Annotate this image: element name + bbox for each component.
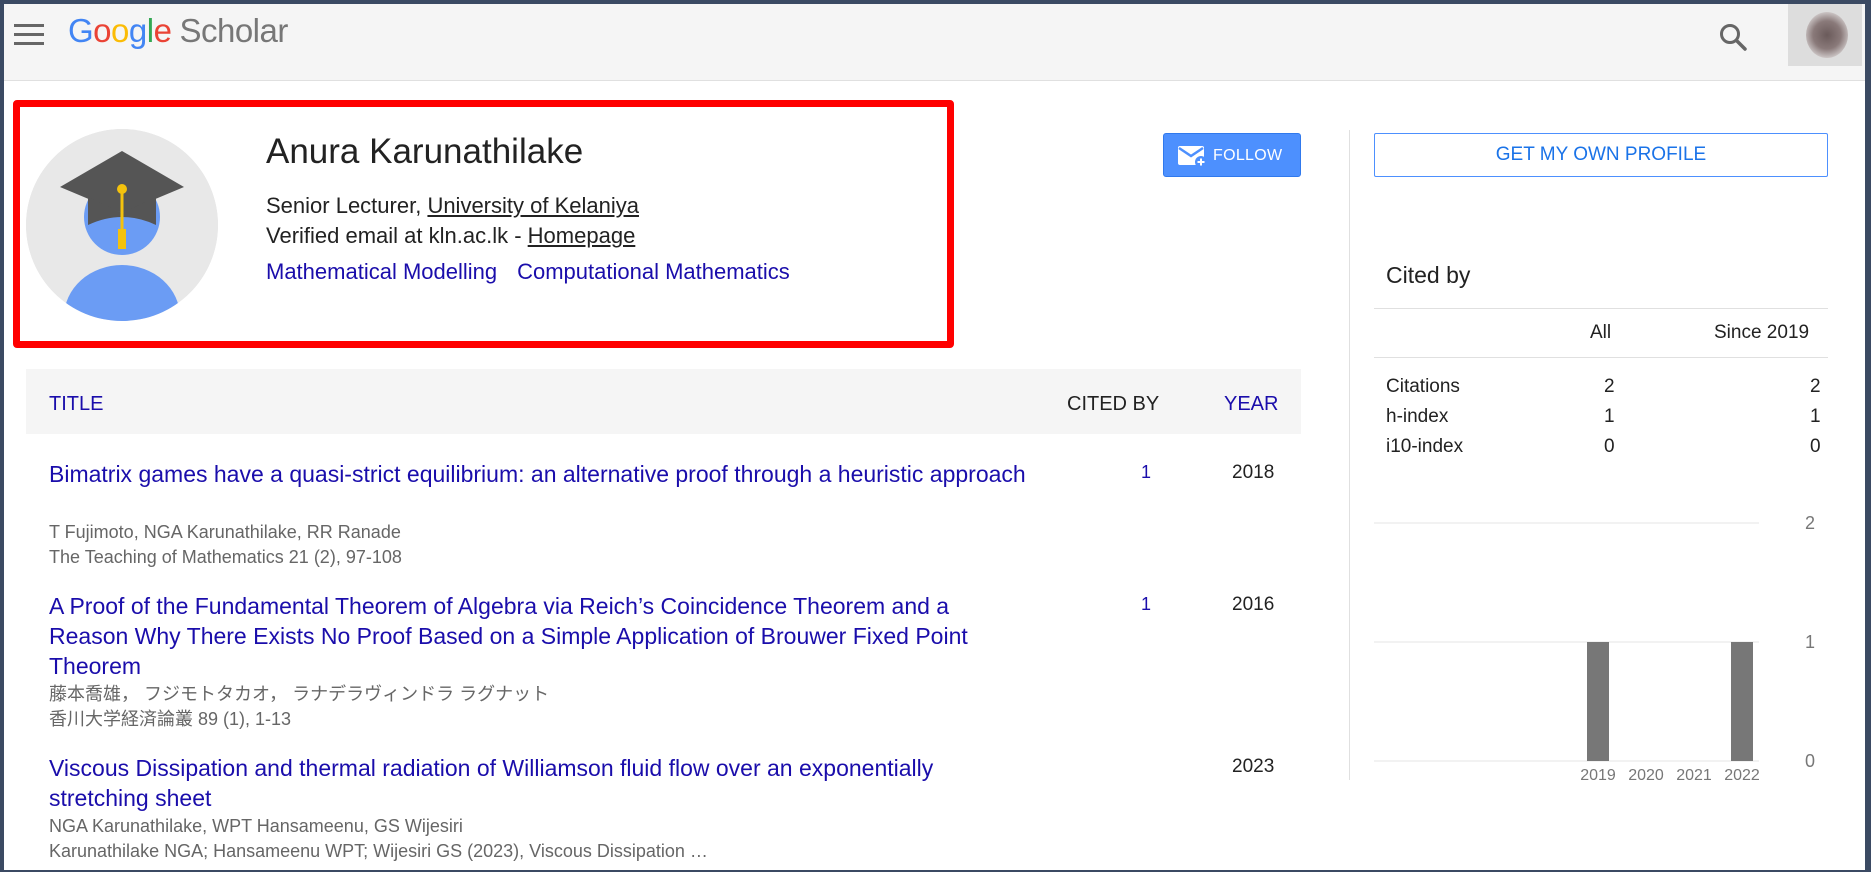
i10-index-label: i10-index: [1386, 436, 1464, 457]
account-avatar[interactable]: [1788, 4, 1862, 66]
i10-index-since: 0: [1810, 436, 1821, 457]
column-divider: [1349, 130, 1350, 780]
logo-letter: o: [111, 12, 129, 49]
logo-letter: o: [93, 12, 112, 49]
article-title-link[interactable]: A Proof of the Fundamental Theorem of Al…: [49, 591, 1029, 681]
chart-y-tick: 1: [1805, 632, 1815, 652]
app-window: Google Scholar Anura Karunathilake Senior…: [4, 4, 1865, 870]
search-icon[interactable]: [1716, 20, 1750, 54]
chart-bar-2019[interactable]: [1587, 642, 1609, 761]
highlight-box: [13, 100, 954, 348]
follow-label: FOLLOW: [1213, 147, 1283, 164]
article-venue: Karunathilake NGA; Hansameenu WPT; Wijes…: [49, 841, 708, 861]
get-my-own-profile-button[interactable]: GET MY OWN PROFILE: [1374, 133, 1828, 177]
h-index-since: 1: [1810, 406, 1821, 427]
article-venue: The Teaching of Mathematics 21 (2), 97-1…: [49, 547, 402, 567]
i10-index-all: 0: [1604, 436, 1615, 457]
h-index-label: h-index: [1386, 406, 1449, 427]
article-title-link[interactable]: Viscous Dissipation and thermal radiatio…: [49, 753, 1029, 813]
citations-since: 2: [1810, 376, 1821, 397]
article-year: 2018: [1232, 462, 1275, 483]
logo-letter: l: [146, 12, 154, 49]
article-title-link[interactable]: Bimatrix games have a quasi-strict equil…: [49, 459, 1029, 489]
citations-per-year-chart: 0 1 2 2019 2020 2021 2022: [1374, 513, 1815, 784]
articles-table-header: TITLE CITED BY YEAR: [26, 369, 1301, 434]
mail-add-icon: [1178, 146, 1207, 168]
citations-all: 2: [1604, 376, 1615, 397]
column-since-header: Since 2019: [1714, 322, 1810, 343]
logo-letter: e: [153, 12, 172, 49]
chart-x-tick: 2022: [1724, 767, 1760, 784]
cited-by-title: Cited by: [1386, 262, 1471, 288]
divider: [1374, 357, 1828, 358]
chart-x-tick: 2019: [1580, 767, 1616, 784]
divider: [1374, 308, 1828, 309]
cited-by-count-link[interactable]: 1: [1141, 594, 1151, 615]
h-index-all: 1: [1604, 406, 1615, 427]
chart-bar-2022[interactable]: [1731, 642, 1753, 761]
logo-scholar-text: Scholar: [179, 12, 288, 49]
sort-by-year[interactable]: YEAR: [1224, 393, 1278, 416]
article-year: 2023: [1232, 756, 1275, 777]
logo-letter: G: [68, 12, 94, 49]
logo-letter: g: [128, 12, 147, 49]
chart-x-tick: 2020: [1628, 767, 1664, 784]
cited-by-count-link[interactable]: 1: [1141, 462, 1151, 483]
article-authors: T Fujimoto, NGA Karunathilake, RR Ranade: [49, 522, 401, 542]
cited-by-header: CITED BY: [1067, 393, 1160, 415]
top-app-bar: Google Scholar: [4, 4, 1865, 81]
article-year: 2016: [1232, 594, 1275, 615]
google-scholar-logo[interactable]: Google Scholar: [68, 12, 288, 50]
article-authors: NGA Karunathilake, WPT Hansameenu, GS Wi…: [49, 816, 463, 836]
column-all-header: All: [1590, 322, 1612, 343]
chart-y-tick: 0: [1805, 751, 1815, 771]
chart-x-tick: 2021: [1676, 767, 1712, 784]
sort-by-title[interactable]: TITLE: [49, 393, 103, 416]
menu-icon[interactable]: [14, 24, 44, 46]
chart-y-tick: 2: [1805, 513, 1815, 533]
citations-label: Citations: [1386, 376, 1460, 397]
follow-button[interactable]: FOLLOW: [1163, 133, 1301, 177]
article-authors: 藤本喬雄， フジモトタカオ， ラナデラヴィンドラ ラグナット: [49, 684, 550, 704]
article-venue: 香川大学経済論叢 89 (1), 1-13: [49, 709, 292, 729]
